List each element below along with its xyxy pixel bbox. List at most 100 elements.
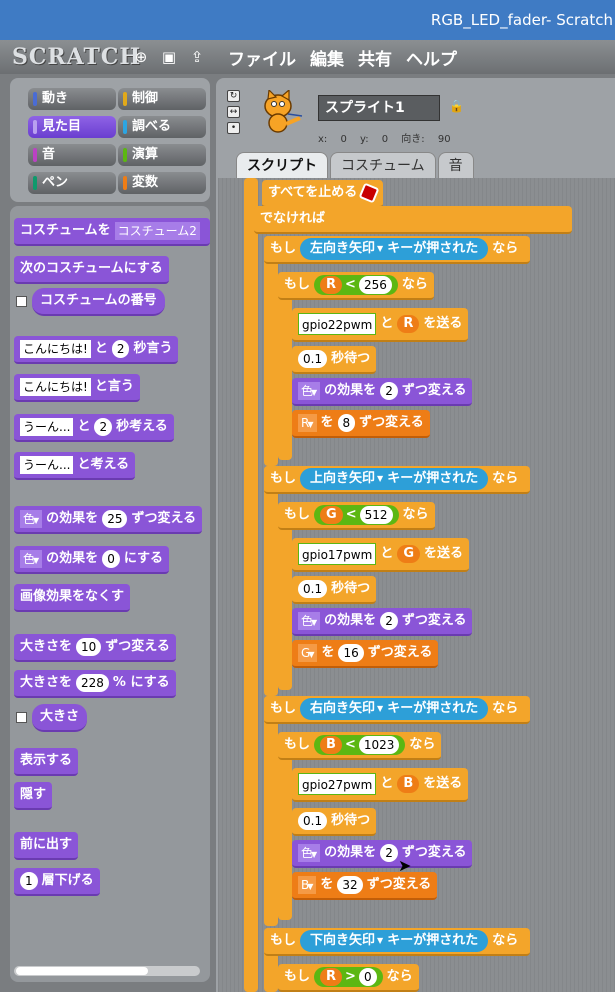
key-pressed-sensor[interactable]: 上向き矢印 ▼ キーが押された: [300, 468, 489, 490]
menu-file[interactable]: ファイル: [228, 45, 296, 70]
say-text-input[interactable]: こんにちは!: [20, 340, 91, 358]
globe-icon[interactable]: ⊕: [132, 48, 150, 66]
set-effect-block[interactable]: 色▼ の効果を 0 にする: [14, 546, 169, 574]
show-block[interactable]: 表示する: [14, 748, 79, 776]
change-r-block[interactable]: R▼ を 8 ずつ変える: [292, 410, 430, 438]
no-rotate-icon[interactable]: •: [227, 122, 240, 134]
less-than-operator[interactable]: G <512: [314, 505, 399, 525]
say-block[interactable]: こんにちは! と言う: [14, 374, 140, 402]
category-motion[interactable]: 動き: [28, 88, 116, 110]
effect-dropdown[interactable]: 色▼: [20, 510, 43, 528]
category-sensing[interactable]: 調べる: [118, 116, 206, 138]
pin-field[interactable]: gpio22pwm: [298, 313, 377, 335]
change-g-block[interactable]: G▼ を 16 ずつ変える: [292, 640, 439, 668]
step-input[interactable]: 8: [337, 414, 356, 432]
if-r-greater-block[interactable]: もし R >0 なら: [278, 964, 419, 992]
flip-style-icon[interactable]: ↔: [227, 106, 240, 118]
size-checkbox[interactable]: [16, 712, 27, 723]
var-dropdown[interactable]: G▼: [298, 644, 318, 662]
limit-input[interactable]: 0: [358, 968, 377, 986]
tab-sounds[interactable]: 音: [437, 152, 474, 178]
size-reporter[interactable]: 大きさ: [32, 704, 88, 732]
limit-input[interactable]: 512: [359, 506, 393, 524]
var-r-reporter[interactable]: R: [320, 968, 343, 986]
var-dropdown[interactable]: R▼: [298, 414, 317, 432]
if-left-key-block[interactable]: もし 左向き矢印 ▼ キーが押された なら: [264, 236, 530, 264]
costume-number-reporter[interactable]: コスチュームの番号: [32, 288, 165, 316]
layers-input[interactable]: 1: [20, 872, 38, 890]
effect-dropdown[interactable]: 色▼: [298, 844, 321, 862]
send-gpio22-block[interactable]: gpio22pwm と R を送る: [292, 308, 469, 342]
var-b-reporter[interactable]: B: [397, 775, 420, 793]
change-color-effect-block[interactable]: 色▼ の効果を 2 ずつ変える: [292, 608, 473, 636]
greater-than-operator[interactable]: R >0: [314, 967, 383, 987]
next-costume-block[interactable]: 次のコスチュームにする: [14, 256, 169, 284]
effect-amount-input[interactable]: 2: [380, 382, 398, 400]
less-than-operator[interactable]: R <256: [314, 275, 398, 295]
send-gpio17-block[interactable]: gpio17pwm と G を送る: [292, 538, 470, 572]
think-block[interactable]: うーん... と考える: [14, 452, 136, 480]
stop-all-block[interactable]: すべてを止める: [262, 180, 384, 208]
size-value-input[interactable]: 228: [76, 674, 109, 692]
category-control[interactable]: 制御: [118, 88, 206, 110]
tab-costumes[interactable]: コスチューム: [330, 152, 436, 178]
pin-field[interactable]: gpio27pwm: [298, 773, 377, 795]
var-g-reporter[interactable]: G: [397, 545, 420, 563]
effect-dropdown[interactable]: 色▼: [20, 550, 43, 568]
var-dropdown[interactable]: B▼: [298, 876, 317, 894]
sprite-name-field[interactable]: スプライト1: [318, 95, 440, 121]
wait-block[interactable]: 0.1 秒待つ: [292, 346, 377, 374]
step-input[interactable]: 16: [338, 644, 364, 662]
effect-dropdown[interactable]: 色▼: [298, 382, 321, 400]
think-text-input[interactable]: うーん...: [20, 456, 74, 474]
wait-block[interactable]: 0.1 秒待つ: [292, 576, 377, 604]
share-icon[interactable]: ⇪: [188, 48, 206, 66]
palette-scrollbar-thumb[interactable]: [16, 967, 148, 975]
tab-scripts[interactable]: スクリプト: [236, 152, 328, 178]
category-pen[interactable]: ペン: [28, 172, 116, 194]
key-pressed-sensor[interactable]: 左向き矢印 ▼ キーが押された: [300, 238, 489, 260]
wait-input[interactable]: 0.1: [298, 812, 328, 830]
var-g-reporter[interactable]: G: [320, 506, 343, 524]
if-down-key-block[interactable]: もし 下向き矢印 ▼ キーが押された なら: [264, 928, 530, 956]
clear-effects-block[interactable]: 画像効果をなくす: [14, 584, 131, 612]
change-effect-block[interactable]: 色▼ の効果を 25 ずつ変える: [14, 506, 203, 534]
think-for-secs-block[interactable]: うーん... と 2 秒考える: [14, 414, 174, 442]
category-sound[interactable]: 音: [28, 144, 116, 166]
less-than-operator[interactable]: B <1023: [314, 735, 406, 755]
limit-input[interactable]: 1023: [358, 736, 400, 754]
think-text-input[interactable]: うーん...: [20, 418, 74, 436]
wait-input[interactable]: 0.1: [298, 580, 328, 598]
if-g-less-block[interactable]: もし G <512 なら: [278, 502, 435, 530]
var-r-reporter[interactable]: R: [397, 315, 420, 333]
var-b-reporter[interactable]: B: [320, 736, 342, 754]
set-size-block[interactable]: 大きさを 228% にする: [14, 670, 176, 698]
effect-amount-input[interactable]: 2: [380, 612, 398, 630]
step-input[interactable]: 32: [337, 876, 363, 894]
send-gpio27-block[interactable]: gpio27pwm と B を送る: [292, 768, 469, 802]
change-color-effect-block[interactable]: 色▼ の効果を 2 ずつ変える: [292, 378, 473, 406]
hide-block[interactable]: 隠す: [14, 782, 53, 810]
say-text-input[interactable]: こんにちは!: [20, 378, 91, 396]
go-to-front-block[interactable]: 前に出す: [14, 832, 79, 860]
change-size-block[interactable]: 大きさを 10 ずつ変える: [14, 634, 176, 662]
think-secs-input[interactable]: 2: [94, 418, 113, 436]
effect-amount-input[interactable]: 25: [102, 510, 128, 528]
change-b-block[interactable]: B▼ を 32 ずつ変える: [292, 872, 438, 900]
menu-edit[interactable]: 編集: [310, 45, 344, 70]
switch-costume-block[interactable]: コスチュームを コスチューム2: [14, 218, 210, 246]
if-b-less-block[interactable]: もし B <1023 なら: [278, 732, 442, 760]
say-secs-input[interactable]: 2: [111, 340, 130, 358]
key-pressed-sensor[interactable]: 右向き矢印 ▼ キーが押された: [300, 698, 489, 720]
lock-icon[interactable]: 🔒: [449, 99, 464, 113]
save-icon[interactable]: ▣: [160, 48, 178, 66]
wait-block[interactable]: 0.1 秒待つ: [292, 808, 377, 836]
effect-amount-input[interactable]: 2: [380, 844, 398, 862]
effect-dropdown[interactable]: 色▼: [298, 612, 321, 630]
costume-number-checkbox[interactable]: [16, 296, 27, 307]
say-for-secs-block[interactable]: こんにちは! と 2 秒言う: [14, 336, 179, 364]
if-up-key-block[interactable]: もし 上向き矢印 ▼ キーが押された なら: [264, 466, 530, 494]
if-r-less-block[interactable]: もし R <256 なら: [278, 272, 434, 300]
scripts-area[interactable]: すべてを止める でなければ もし 左向き矢印 ▼ キーが押された なら もし R <256 な…: [218, 178, 615, 992]
key-pressed-sensor[interactable]: 下向き矢印 ▼ キーが押された: [300, 930, 489, 952]
